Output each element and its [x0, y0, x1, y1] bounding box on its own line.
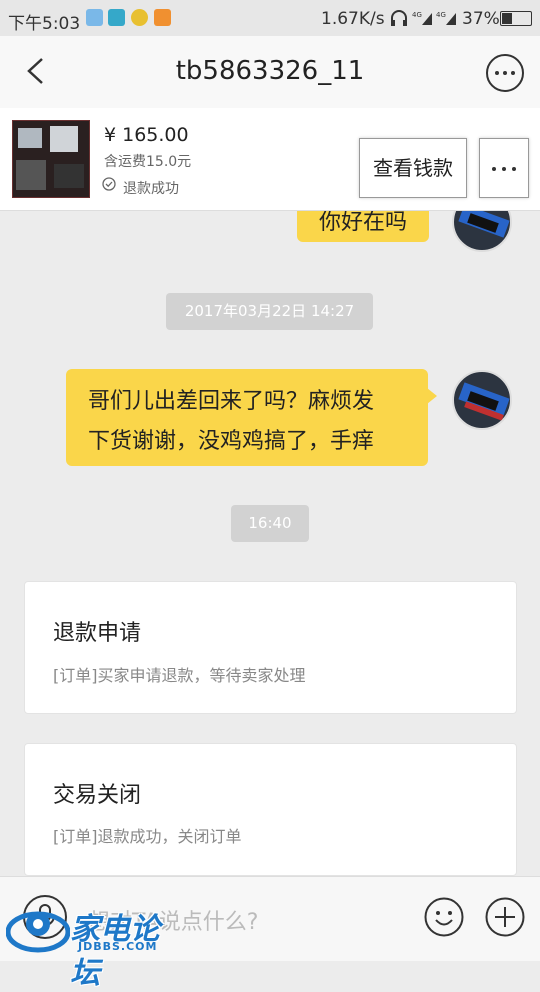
- more-options-icon[interactable]: [486, 54, 524, 92]
- signal-icon: 4G 4G: [412, 11, 456, 25]
- avatar[interactable]: [452, 370, 512, 430]
- order-more-button[interactable]: [479, 138, 529, 198]
- chat-header: tb5863326_11: [0, 36, 540, 109]
- jdbbs-watermark: 家电论坛 JDBBS.COM: [6, 900, 186, 991]
- message-line: 下货谢谢，没鸡鸡搞了，手痒: [88, 429, 375, 454]
- order-card[interactable]: 退款申请 [订单]买家申请退款，等待卖家处理: [24, 581, 517, 714]
- chat-bubble: 哥们儿出差回来了吗？麻烦发 下货谢谢，没鸡鸡搞了，手痒: [66, 369, 428, 466]
- headphone-icon: [391, 10, 407, 26]
- app-icon-2: [154, 9, 171, 26]
- card-title: 交易关闭: [53, 783, 142, 808]
- card-title: 退款申请: [53, 621, 142, 646]
- plus-icon[interactable]: [485, 897, 525, 937]
- svg-text:4G: 4G: [412, 11, 422, 19]
- battery-level: 37%: [462, 9, 500, 29]
- refund-status: 退款成功: [123, 181, 179, 197]
- status-bar: 下午5:03 1.67K/s 4G 4G 37%: [0, 0, 540, 36]
- check-circle-icon: [102, 177, 116, 191]
- order-card[interactable]: 交易关闭 [订单]退款成功，关闭订单: [24, 743, 517, 876]
- order-price: ¥ 165.00: [104, 124, 189, 146]
- app-icon: [131, 9, 148, 26]
- view-money-button[interactable]: 查看钱款: [359, 138, 467, 198]
- bubble-tail: [427, 388, 437, 404]
- svg-text:4G: 4G: [436, 11, 446, 19]
- network-speed: 1.67K/s: [321, 9, 385, 29]
- card-description: [订单]买家申请退款，等待卖家处理: [53, 666, 306, 685]
- card-description: [订单]退款成功，关闭订单: [53, 827, 242, 846]
- chat-partner-name: tb5863326_11: [175, 56, 365, 86]
- battery-icon: [500, 11, 532, 26]
- chat-timestamp: 16:40: [231, 505, 309, 542]
- shipping-fee: 含运费15.0元: [104, 154, 192, 170]
- status-time: 下午5:03: [8, 14, 81, 34]
- watermark-subtext: JDBBS.COM: [78, 940, 158, 953]
- scan-icon: [108, 9, 125, 26]
- product-thumbnail[interactable]: [12, 120, 90, 198]
- watermark-logo-icon: [6, 911, 70, 953]
- chat-timestamp: 2017年03月22日 14:27: [166, 293, 373, 330]
- qq-icon: [86, 9, 103, 26]
- message-line: 哥们儿出差回来了吗？麻烦发: [88, 389, 375, 414]
- emoji-icon[interactable]: [424, 897, 464, 937]
